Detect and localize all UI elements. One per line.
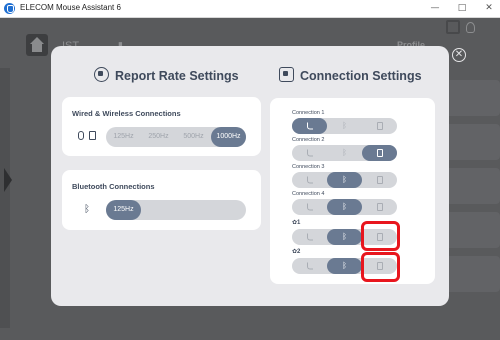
dongle-icon xyxy=(376,203,383,211)
close-window-button[interactable]: ✕ xyxy=(481,1,497,16)
settings-dialog: Report Rate Settings Wired & Wireless Co… xyxy=(51,46,449,306)
gear-slot-1-bluetooth[interactable]: ᛒ xyxy=(327,229,362,245)
connection-4-label: Connection 4 xyxy=(292,191,325,197)
connection-3-wired[interactable] xyxy=(292,172,327,188)
title-bar: ELECOM Mouse Assistant 6 — □ ✕ xyxy=(0,0,500,18)
bluetooth-icon: ᛒ xyxy=(342,232,347,241)
connection-4-dongle[interactable] xyxy=(362,199,397,215)
dialog-close-icon[interactable]: ✕ xyxy=(452,48,466,62)
dongle-icon xyxy=(376,176,383,184)
connection-2-selector: ᛒ xyxy=(292,145,397,161)
wired-icon xyxy=(306,203,313,211)
settings-tool-icon xyxy=(446,20,460,34)
connection-1-wired[interactable] xyxy=(292,118,327,134)
gear-slot-1-label: ✿1 xyxy=(292,219,300,226)
bluetooth-icon: ᛒ xyxy=(342,148,347,157)
connection-1-selector: ᛒ xyxy=(292,118,397,134)
gear-slot-1-dongle-highlight xyxy=(361,221,400,251)
connection-1-dongle[interactable] xyxy=(362,118,397,134)
rate-option-250hz[interactable]: 250Hz xyxy=(141,127,176,147)
dongle-icon xyxy=(89,131,96,140)
gear-slot-2-label: ✿2 xyxy=(292,248,300,255)
bluetooth-icon: ᛒ xyxy=(84,204,90,215)
bluetooth-icon: ᛒ xyxy=(342,202,347,211)
connection-card: Connection 1 ᛒ Connection 2 ᛒ Connection… xyxy=(270,98,435,284)
bt-rate-option-125hz[interactable]: 125Hz xyxy=(106,200,141,220)
bt-rate-empty xyxy=(141,200,246,220)
connection-2-bluetooth[interactable]: ᛒ xyxy=(327,145,362,161)
connection-settings-title: Connection Settings xyxy=(300,69,422,83)
lightbulb-icon xyxy=(466,22,475,33)
window-title: ELECOM Mouse Assistant 6 xyxy=(20,3,121,12)
wired-icon xyxy=(306,262,313,270)
bluetooth-report-rate-selector: 125Hz xyxy=(106,200,246,220)
dongle-icon xyxy=(376,149,383,157)
connection-2-dongle[interactable] xyxy=(362,145,397,161)
connection-settings-icon xyxy=(279,67,294,82)
connection-3-bluetooth[interactable]: ᛒ xyxy=(327,172,362,188)
gear-slot-2-wired[interactable] xyxy=(292,258,327,274)
wired-icon xyxy=(306,122,313,130)
bluetooth-card-title: Bluetooth Connections xyxy=(72,182,155,191)
dongle-icon xyxy=(376,122,383,130)
wired-icon xyxy=(306,176,313,184)
wired-report-rate-selector: 125Hz 250Hz 500Hz 1000Hz xyxy=(106,127,246,147)
bluetooth-card: Bluetooth Connections ᛒ 125Hz xyxy=(62,170,261,230)
gear-slot-1-wired[interactable] xyxy=(292,229,327,245)
connection-1-bluetooth[interactable]: ᛒ xyxy=(327,118,362,134)
app-logo-icon xyxy=(4,3,15,14)
connection-2-wired[interactable] xyxy=(292,145,327,161)
gear-slot-2-number: 2 xyxy=(297,249,301,255)
report-rate-title: Report Rate Settings xyxy=(115,69,239,83)
gear-slot-1-number: 1 xyxy=(297,220,301,226)
previous-arrow-icon xyxy=(4,168,12,192)
home-icon xyxy=(26,34,48,56)
bluetooth-icon: ᛒ xyxy=(342,175,347,184)
rate-option-125hz[interactable]: 125Hz xyxy=(106,127,141,147)
bluetooth-icon: ᛒ xyxy=(342,121,347,130)
connection-4-wired[interactable] xyxy=(292,199,327,215)
rate-option-1000hz[interactable]: 1000Hz xyxy=(211,127,246,147)
bluetooth-icon: ᛒ xyxy=(342,261,347,270)
rate-option-500hz[interactable]: 500Hz xyxy=(176,127,211,147)
connection-3-selector: ᛒ xyxy=(292,172,397,188)
connection-1-label: Connection 1 xyxy=(292,110,325,116)
gear-slot-2-bluetooth[interactable]: ᛒ xyxy=(327,258,362,274)
wired-wireless-card: Wired & Wireless Connections 125Hz 250Hz… xyxy=(62,97,261,156)
mouse-icon xyxy=(78,131,84,140)
maximize-button[interactable]: □ xyxy=(454,1,470,16)
connection-2-label: Connection 2 xyxy=(292,137,325,143)
report-rate-icon xyxy=(94,67,109,82)
connection-3-dongle[interactable] xyxy=(362,172,397,188)
connection-3-label: Connection 3 xyxy=(292,164,325,170)
minimize-button[interactable]: — xyxy=(427,1,443,16)
wired-wireless-title: Wired & Wireless Connections xyxy=(72,109,181,118)
connection-4-selector: ᛒ xyxy=(292,199,397,215)
background-side-panel xyxy=(0,68,10,328)
wired-icon xyxy=(306,149,313,157)
gear-slot-2-dongle-highlight xyxy=(361,252,400,282)
wired-icon xyxy=(306,233,313,241)
connection-4-bluetooth[interactable]: ᛒ xyxy=(327,199,362,215)
